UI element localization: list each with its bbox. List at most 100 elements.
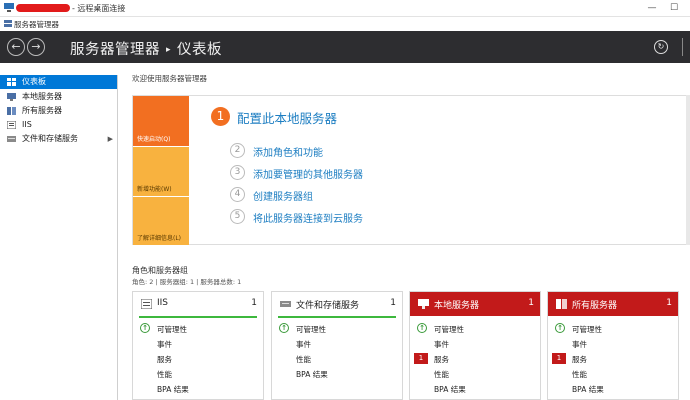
roles-section-title: 角色和服务器组 (132, 266, 188, 275)
card-title: 所有服务器 (572, 301, 618, 311)
connect-cloud-link[interactable]: 将此服务器连接到云服务 (253, 210, 363, 225)
card-row-services[interactable]: 服务 (157, 354, 172, 365)
card-count: 1 (251, 298, 257, 308)
ok-status-icon: ↑ (417, 323, 427, 333)
card-count: 1 (528, 298, 534, 308)
card-row-bpa[interactable]: BPA 结果 (434, 384, 466, 395)
card-header: 文件和存储服务 1 (272, 292, 402, 316)
card-title: 本地服务器 (434, 301, 480, 311)
main-content: 欢迎使用服务器管理器 快速启动(Q) 新增功能(W) 了解详细信息(L) 1 配… (118, 63, 690, 400)
sidebar-item-dashboard[interactable]: 仪表板 (0, 75, 117, 89)
quick-start-panel: 快速启动(Q) 新增功能(W) 了解详细信息(L) 1 配置此本地服务器 2 添… (132, 95, 690, 245)
sidebar-item-label: 本地服务器 (22, 92, 62, 101)
tile-whats-new[interactable]: 新增功能(W) (133, 146, 189, 196)
role-card-iis[interactable]: IIS 1 ↑ 可管理性 事件 服务 性能 BPA 结果 (132, 291, 264, 400)
card-row-manageability[interactable]: 可管理性 (157, 324, 187, 335)
breadcrumb-current: 仪表板 (177, 42, 223, 58)
tile-label: 了解详细信息(L) (137, 235, 182, 242)
back-button[interactable]: ← (7, 38, 25, 56)
card-row-manageability[interactable]: 可管理性 (434, 324, 464, 335)
step-number: 2 (230, 143, 245, 158)
alert-count-badge[interactable]: 1 (414, 353, 428, 364)
add-servers-link[interactable]: 添加要管理的其他服务器 (253, 166, 363, 181)
tile-label: 快速启动(Q) (137, 136, 171, 143)
card-row-bpa[interactable]: BPA 结果 (572, 384, 604, 395)
navigation-bar: ← → 服务器管理器 ▸ 仪表板 ↻ (0, 31, 690, 63)
welcome-title: 欢迎使用服务器管理器 (132, 74, 207, 83)
storage-icon (7, 136, 16, 142)
sidebar-item-label: 所有服务器 (22, 106, 62, 115)
app-title-bar: 服务器管理器 (0, 17, 690, 31)
breadcrumb-separator-icon: ▸ (166, 45, 172, 55)
card-row-services[interactable]: 服务 (434, 354, 449, 365)
sidebar-item-label: IIS (22, 120, 32, 129)
sidebar-item-label: 文件和存储服务 (22, 134, 78, 143)
app-title: 服务器管理器 (14, 20, 59, 29)
card-row-events[interactable]: 事件 (434, 339, 449, 350)
card-row-events[interactable]: 事件 (296, 339, 311, 350)
card-header: IIS 1 (133, 292, 263, 316)
sidebar: 仪表板 本地服务器 所有服务器 IIS 文件和存储服务 ▶ (0, 75, 118, 400)
add-roles-link[interactable]: 添加角色和功能 (253, 144, 323, 159)
card-row-performance[interactable]: 性能 (572, 369, 587, 380)
maximize-button[interactable]: ☐ (668, 2, 680, 14)
card-row-performance[interactable]: 性能 (157, 369, 172, 380)
card-count: 1 (666, 298, 672, 308)
breadcrumb-root[interactable]: 服务器管理器 (70, 42, 160, 58)
servers-icon (556, 299, 567, 309)
roles-summary: 角色: 2 | 服务器组: 1 | 服务器总数: 1 (132, 278, 242, 286)
card-row-events[interactable]: 事件 (157, 339, 172, 350)
refresh-button[interactable]: ↻ (654, 40, 668, 54)
status-ok-bar (278, 316, 396, 318)
sidebar-item-label: 仪表板 (22, 77, 46, 86)
ok-status-icon: ↑ (279, 323, 289, 333)
minimize-button[interactable]: — (646, 2, 658, 14)
storage-icon (280, 301, 291, 307)
servers-icon (7, 107, 16, 115)
remote-desktop-icon (4, 3, 14, 12)
breadcrumb: 服务器管理器 ▸ 仪表板 (70, 38, 222, 59)
server-icon (418, 299, 429, 309)
ok-status-icon: ↑ (555, 323, 565, 333)
configure-local-server-link[interactable]: 配置此本地服务器 (237, 108, 337, 127)
role-card-all-servers[interactable]: 所有服务器 1 ↑ 可管理性 事件 1 服务 性能 BPA 结果 (547, 291, 679, 400)
card-title: 文件和存储服务 (296, 301, 360, 311)
tile-learn-more[interactable]: 了解详细信息(L) (133, 196, 189, 245)
create-server-group-link[interactable]: 创建服务器组 (253, 188, 313, 203)
sidebar-item-all-servers[interactable]: 所有服务器 (0, 104, 117, 118)
card-header: 本地服务器 1 (410, 292, 540, 316)
tile-quick-start[interactable]: 快速启动(Q) (133, 96, 189, 146)
nav-divider (682, 38, 690, 56)
tile-label: 新增功能(W) (137, 186, 172, 193)
step-number: 5 (230, 209, 245, 224)
card-row-bpa[interactable]: BPA 结果 (157, 384, 189, 395)
iis-icon (141, 299, 152, 309)
card-row-events[interactable]: 事件 (572, 339, 587, 350)
redacted-host (16, 4, 70, 12)
ok-status-icon: ↑ (140, 323, 150, 333)
card-row-performance[interactable]: 性能 (296, 354, 311, 365)
card-header: 所有服务器 1 (548, 292, 678, 316)
server-icon (7, 93, 16, 101)
card-row-manageability[interactable]: 可管理性 (296, 324, 326, 335)
card-row-manageability[interactable]: 可管理性 (572, 324, 602, 335)
card-row-services[interactable]: 服务 (572, 354, 587, 365)
role-card-file-storage[interactable]: 文件和存储服务 1 ↑ 可管理性 事件 性能 BPA 结果 (271, 291, 403, 400)
sidebar-item-file-storage[interactable]: 文件和存储服务 ▶ (0, 132, 117, 146)
step-number: 3 (230, 165, 245, 180)
forward-button[interactable]: → (27, 38, 45, 56)
card-row-bpa[interactable]: BPA 结果 (296, 369, 328, 380)
sidebar-item-iis[interactable]: IIS (0, 118, 117, 132)
chevron-right-icon[interactable]: ▶ (108, 132, 113, 146)
rdp-title: - 远程桌面连接 (72, 4, 126, 13)
card-row-performance[interactable]: 性能 (434, 369, 449, 380)
sidebar-item-local-server[interactable]: 本地服务器 (0, 90, 117, 104)
dashboard-icon (7, 78, 16, 86)
status-ok-bar (139, 316, 257, 318)
step-number: 4 (230, 187, 245, 202)
role-card-local-server[interactable]: 本地服务器 1 ↑ 可管理性 事件 1 服务 性能 BPA 结果 (409, 291, 541, 400)
scrollbar[interactable] (686, 95, 690, 245)
server-manager-icon (4, 20, 12, 27)
alert-count-badge[interactable]: 1 (552, 353, 566, 364)
card-count: 1 (390, 298, 396, 308)
